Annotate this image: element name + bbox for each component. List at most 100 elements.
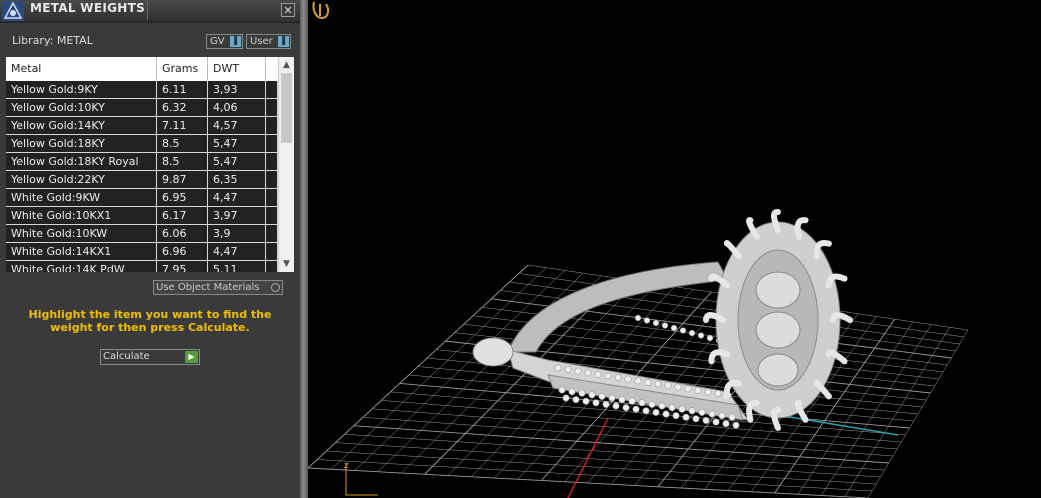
- pave-stone: [578, 389, 586, 397]
- pave-stone: [632, 405, 640, 413]
- spacer-cell: [266, 81, 278, 98]
- spacer-cell: [266, 261, 278, 272]
- metal-cell: White Gold:10KW: [6, 225, 157, 242]
- metal-cell: Yellow Gold:14KY: [6, 117, 157, 134]
- app-logo-icon: [2, 1, 24, 21]
- spacer-cell: [266, 99, 278, 116]
- prong: [830, 312, 853, 323]
- prong: [703, 312, 726, 323]
- grams-cell: 8.5: [157, 153, 208, 170]
- pave-stone: [694, 386, 702, 394]
- user-toggle[interactable]: User ❚: [246, 34, 291, 49]
- grams-cell: 8.5: [157, 135, 208, 152]
- grams-cell: 6.06: [157, 225, 208, 242]
- spacer-cell: [266, 243, 278, 260]
- dwt-cell: 4,06: [208, 99, 266, 116]
- dwt-cell: 4,47: [208, 243, 266, 260]
- calculate-button[interactable]: Calculate ▶: [100, 349, 200, 365]
- grams-cell: 6.95: [157, 189, 208, 206]
- 3d-viewport[interactable]: z: [308, 0, 1041, 498]
- x-axis-line: [567, 417, 609, 498]
- table-row[interactable]: Yellow Gold:14KY 7.11 4,57: [6, 117, 278, 135]
- panel-titlebar[interactable]: METAL WEIGHTS ✕: [0, 0, 300, 23]
- pave-stone: [638, 399, 646, 407]
- title-divider: [147, 2, 148, 20]
- library-label: Library: METAL: [12, 34, 93, 47]
- metal-weights-panel: METAL WEIGHTS ✕ Library: METAL GV ❚ User…: [0, 0, 300, 498]
- pave-stone: [661, 322, 669, 329]
- scrollbar-thumb[interactable]: [281, 73, 292, 143]
- metal-cell: Yellow Gold:9KY: [6, 81, 157, 98]
- pave-stone: [554, 364, 562, 372]
- pave-stone: [662, 410, 670, 418]
- table-row[interactable]: Yellow Gold:18KY Royal 8.5 5,47: [6, 153, 278, 171]
- pave-stone: [634, 314, 642, 322]
- spacer-cell: [266, 171, 278, 188]
- pave-stone: [562, 394, 570, 402]
- table-row[interactable]: White Gold:14KX1 6.96 4,47: [6, 243, 278, 261]
- pave-stone: [718, 412, 726, 420]
- table-row[interactable]: White Gold:14K PdW 7.95 5,11: [6, 261, 278, 272]
- pave-stone: [612, 402, 620, 410]
- dwt-cell: 3,97: [208, 207, 266, 224]
- pave-stone: [643, 317, 651, 324]
- pave-stone: [644, 378, 652, 386]
- table-row[interactable]: Yellow Gold:9KY 6.11 3,93: [6, 81, 278, 99]
- dwt-cell: 5,47: [208, 135, 266, 152]
- dwt-cell: 6,35: [208, 171, 266, 188]
- spacer-cell: [266, 153, 278, 170]
- pave-stone: [608, 394, 616, 402]
- pave-stone: [692, 415, 700, 423]
- toggle-knob-icon: ❚: [278, 36, 289, 47]
- column-header-grams[interactable]: Grams: [157, 57, 208, 80]
- pave-stone: [622, 404, 630, 412]
- pave-stone: [634, 377, 642, 385]
- table-row[interactable]: White Gold:10KX1 6.17 3,97: [6, 207, 278, 225]
- use-object-materials-toggle[interactable]: Use Object Materials: [153, 280, 283, 295]
- table-row[interactable]: Yellow Gold:22KY 9.87 6,35: [6, 171, 278, 189]
- grid-line: [867, 329, 969, 498]
- pave-stone: [704, 388, 712, 396]
- table-scrollbar[interactable]: ▲ ▼: [278, 57, 294, 272]
- table-body: Yellow Gold:9KY 6.11 3,93 Yellow Gold:10KY…: [6, 81, 278, 272]
- dwt-cell: 3,93: [208, 81, 266, 98]
- pave-stone: [614, 374, 622, 382]
- pave-stone: [722, 420, 730, 428]
- pave-stone: [592, 399, 600, 407]
- panel-splitter[interactable]: [300, 0, 308, 498]
- pave-stone: [584, 369, 592, 377]
- close-button[interactable]: ✕: [281, 3, 295, 17]
- pave-stone: [572, 396, 580, 404]
- pave-stone: [708, 410, 716, 418]
- pave-stone: [652, 408, 660, 416]
- svg-text:z: z: [344, 461, 349, 471]
- chevron-down-icon[interactable]: ▼: [279, 257, 294, 271]
- prong: [771, 209, 781, 233]
- axis-gizmo: z: [344, 461, 378, 496]
- rhino-logo-icon: [312, 1, 330, 20]
- table-row[interactable]: White Gold:9KW 6.95 4,47: [6, 189, 278, 207]
- grams-cell: 6.17: [157, 207, 208, 224]
- gv-toggle[interactable]: GV ❚: [206, 34, 243, 49]
- table-row[interactable]: Yellow Gold:10KY 6.32 4,06: [6, 99, 278, 117]
- prong: [771, 407, 781, 431]
- pave-stone: [714, 390, 722, 398]
- dwt-cell: 4,47: [208, 189, 266, 206]
- metal-cell: White Gold:14KX1: [6, 243, 157, 260]
- metal-cell: White Gold:9KW: [6, 189, 157, 206]
- grams-cell: 9.87: [157, 171, 208, 188]
- column-header-metal[interactable]: Metal: [6, 57, 157, 80]
- instruction-text: Highlight the item you want to find the …: [28, 308, 272, 334]
- table-row[interactable]: Yellow Gold:18KY 8.5 5,47: [6, 135, 278, 153]
- grams-cell: 6.32: [157, 99, 208, 116]
- spacer-cell: [266, 207, 278, 224]
- metal-cell: Yellow Gold:18KY: [6, 135, 157, 152]
- play-arrow-icon: ▶: [185, 351, 198, 363]
- metal-cell: Yellow Gold:22KY: [6, 171, 157, 188]
- column-header-dwt[interactable]: DWT: [208, 57, 266, 80]
- table-row[interactable]: White Gold:10KW 6.06 3,9: [6, 225, 278, 243]
- pave-stone: [728, 413, 736, 421]
- pave-stone: [624, 375, 632, 383]
- chevron-up-icon[interactable]: ▲: [279, 58, 294, 72]
- pave-stone: [658, 402, 666, 410]
